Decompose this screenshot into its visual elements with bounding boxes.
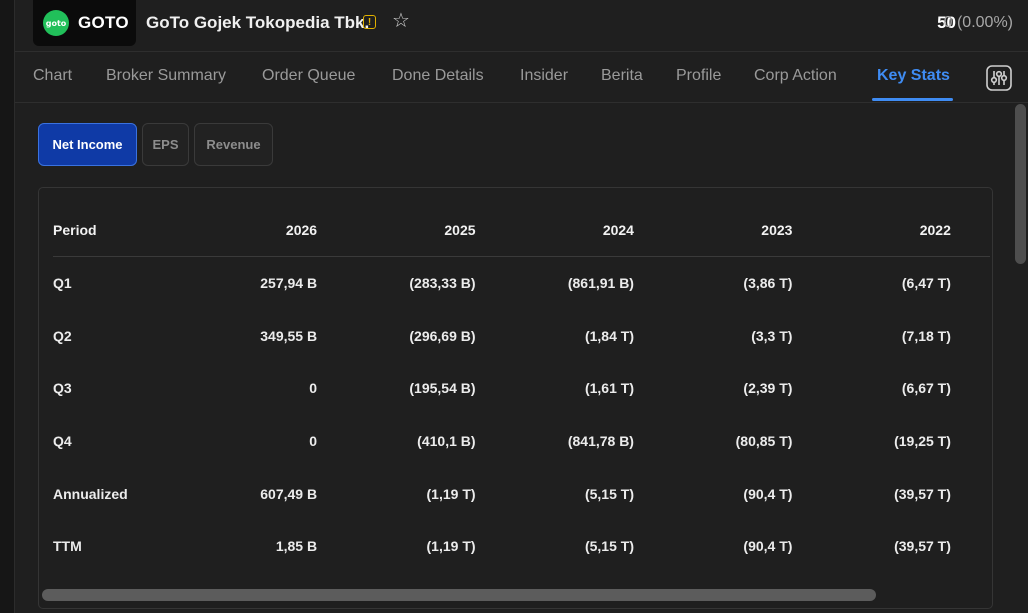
ticker-logo[interactable]: goto GOTO [33, 0, 136, 46]
table-cell: (90,4 T) [743, 538, 793, 555]
table-row: Q2 349,55 B (296,69 B) (1,84 T) (3,3 T) … [53, 310, 990, 363]
column-header-2023: 2023 [761, 222, 793, 238]
table-cell-spacer [951, 310, 990, 363]
tab-bar: Chart Broker Summary Order Queue Done De… [15, 52, 1028, 103]
column-header-2025: 2025 [444, 222, 476, 238]
table-cell: (1,19 T) [426, 538, 476, 555]
table-cell: (6,47 T) [901, 275, 951, 292]
left-panel-edge [0, 0, 15, 613]
table-cell: (7,18 T) [901, 327, 951, 344]
table-cell: 0 [309, 433, 318, 450]
goto-logo-icon: goto [43, 10, 69, 36]
table-cell: (2,39 T) [743, 380, 793, 397]
table-cell: (6,67 T) [901, 380, 951, 397]
table-cell: (1,84 T) [584, 327, 634, 344]
active-tab-indicator [872, 98, 953, 101]
table-row: Q3 0 (195,54 B) (1,61 T) (2,39 T) (6,67 … [53, 362, 990, 415]
tab-profile[interactable]: Profile [676, 67, 721, 85]
table-cell: (3,86 T) [743, 275, 793, 292]
row-label: Annualized [53, 485, 128, 502]
table-row: Q4 0 (410,1 B) (841,78 B) (80,85 T) (19,… [53, 415, 990, 468]
row-label: Q1 [53, 275, 72, 292]
price-change: 0 (0.00%) [943, 14, 1013, 31]
tab-corp-action[interactable]: Corp Action [754, 67, 837, 85]
table-cell: 349,55 B [260, 327, 318, 344]
table-cell: (3,3 T) [751, 327, 793, 344]
table-cell: (410,1 B) [417, 433, 476, 450]
tab-done-details[interactable]: Done Details [392, 67, 484, 85]
table-cell: (19,25 T) [894, 433, 951, 450]
table-cell: (80,85 T) [735, 433, 793, 450]
column-header-2022: 2022 [919, 222, 951, 238]
table-cell: 1,85 B [275, 538, 318, 555]
net-income-button[interactable]: Net Income [38, 123, 137, 166]
table-cell-spacer [951, 362, 990, 415]
table-cell: 257,94 B [260, 275, 318, 292]
ticker-symbol: GOTO [78, 13, 129, 32]
table-cell: (195,54 B) [409, 380, 476, 397]
table-cell: (5,15 T) [584, 485, 634, 502]
table-cell-spacer [951, 520, 990, 573]
table-cell-spacer [951, 257, 990, 310]
tab-insider[interactable]: Insider [520, 67, 568, 85]
column-header-2024: 2024 [602, 222, 634, 238]
warning-icon[interactable]: ! [363, 15, 376, 29]
table-cell: (296,69 B) [409, 327, 476, 344]
vertical-scrollbar[interactable] [1015, 104, 1026, 264]
table-cell: 0 [309, 380, 318, 397]
tab-chart[interactable]: Chart [33, 67, 72, 85]
table-cell: (283,33 B) [409, 275, 476, 292]
table-cell: (90,4 T) [743, 485, 793, 502]
column-header-period: Period [53, 222, 97, 238]
table-row: Annualized 607,49 B (1,19 T) (5,15 T) (9… [53, 467, 990, 520]
company-name: GoTo Gojek Tokopedia Tbk. [146, 13, 370, 32]
table-cell: (39,57 T) [894, 538, 951, 555]
table-cell: (1,19 T) [426, 485, 476, 502]
stock-header: goto GOTO GoTo Gojek Tokopedia Tbk. ! ☆ … [15, 0, 1028, 52]
table-cell-spacer [951, 467, 990, 520]
row-label: Q3 [53, 380, 72, 397]
horizontal-scrollbar[interactable] [42, 589, 876, 601]
row-label: Q4 [53, 433, 72, 450]
eps-button[interactable]: EPS [142, 123, 189, 166]
table-cell: (861,91 B) [567, 275, 634, 292]
sliders-icon[interactable] [986, 65, 1012, 91]
tab-order-queue[interactable]: Order Queue [262, 67, 355, 85]
table-cell: (39,57 T) [894, 485, 951, 502]
tab-key-stats[interactable]: Key Stats [877, 67, 950, 85]
row-label: TTM [53, 538, 82, 555]
table-cell-spacer [951, 415, 990, 468]
tab-berita[interactable]: Berita [601, 67, 643, 85]
revenue-button[interactable]: Revenue [194, 123, 273, 166]
tab-broker-summary[interactable]: Broker Summary [106, 67, 226, 85]
column-header-2026: 2026 [285, 222, 318, 238]
net-income-table: Period 2026 2025 2024 2023 2022 Q1 257,9… [53, 204, 990, 573]
table-header-row: Period 2026 2025 2024 2023 2022 [53, 204, 990, 257]
table-cell: 607,49 B [260, 485, 318, 502]
table-cell: (841,78 B) [567, 433, 634, 450]
table-row: TTM 1,85 B (1,19 T) (5,15 T) (90,4 T) (3… [53, 520, 990, 573]
key-stats-table-card: Period 2026 2025 2024 2023 2022 Q1 257,9… [38, 187, 993, 609]
stock-detail-panel: goto GOTO GoTo Gojek Tokopedia Tbk. ! ☆ … [15, 0, 1028, 613]
table-cell: (1,61 T) [584, 380, 634, 397]
column-spacer [951, 204, 990, 257]
table-row: Q1 257,94 B (283,33 B) (861,91 B) (3,86 … [53, 257, 990, 310]
row-label: Q2 [53, 327, 72, 344]
star-icon[interactable]: ☆ [392, 11, 410, 31]
table-cell: (5,15 T) [584, 538, 634, 555]
